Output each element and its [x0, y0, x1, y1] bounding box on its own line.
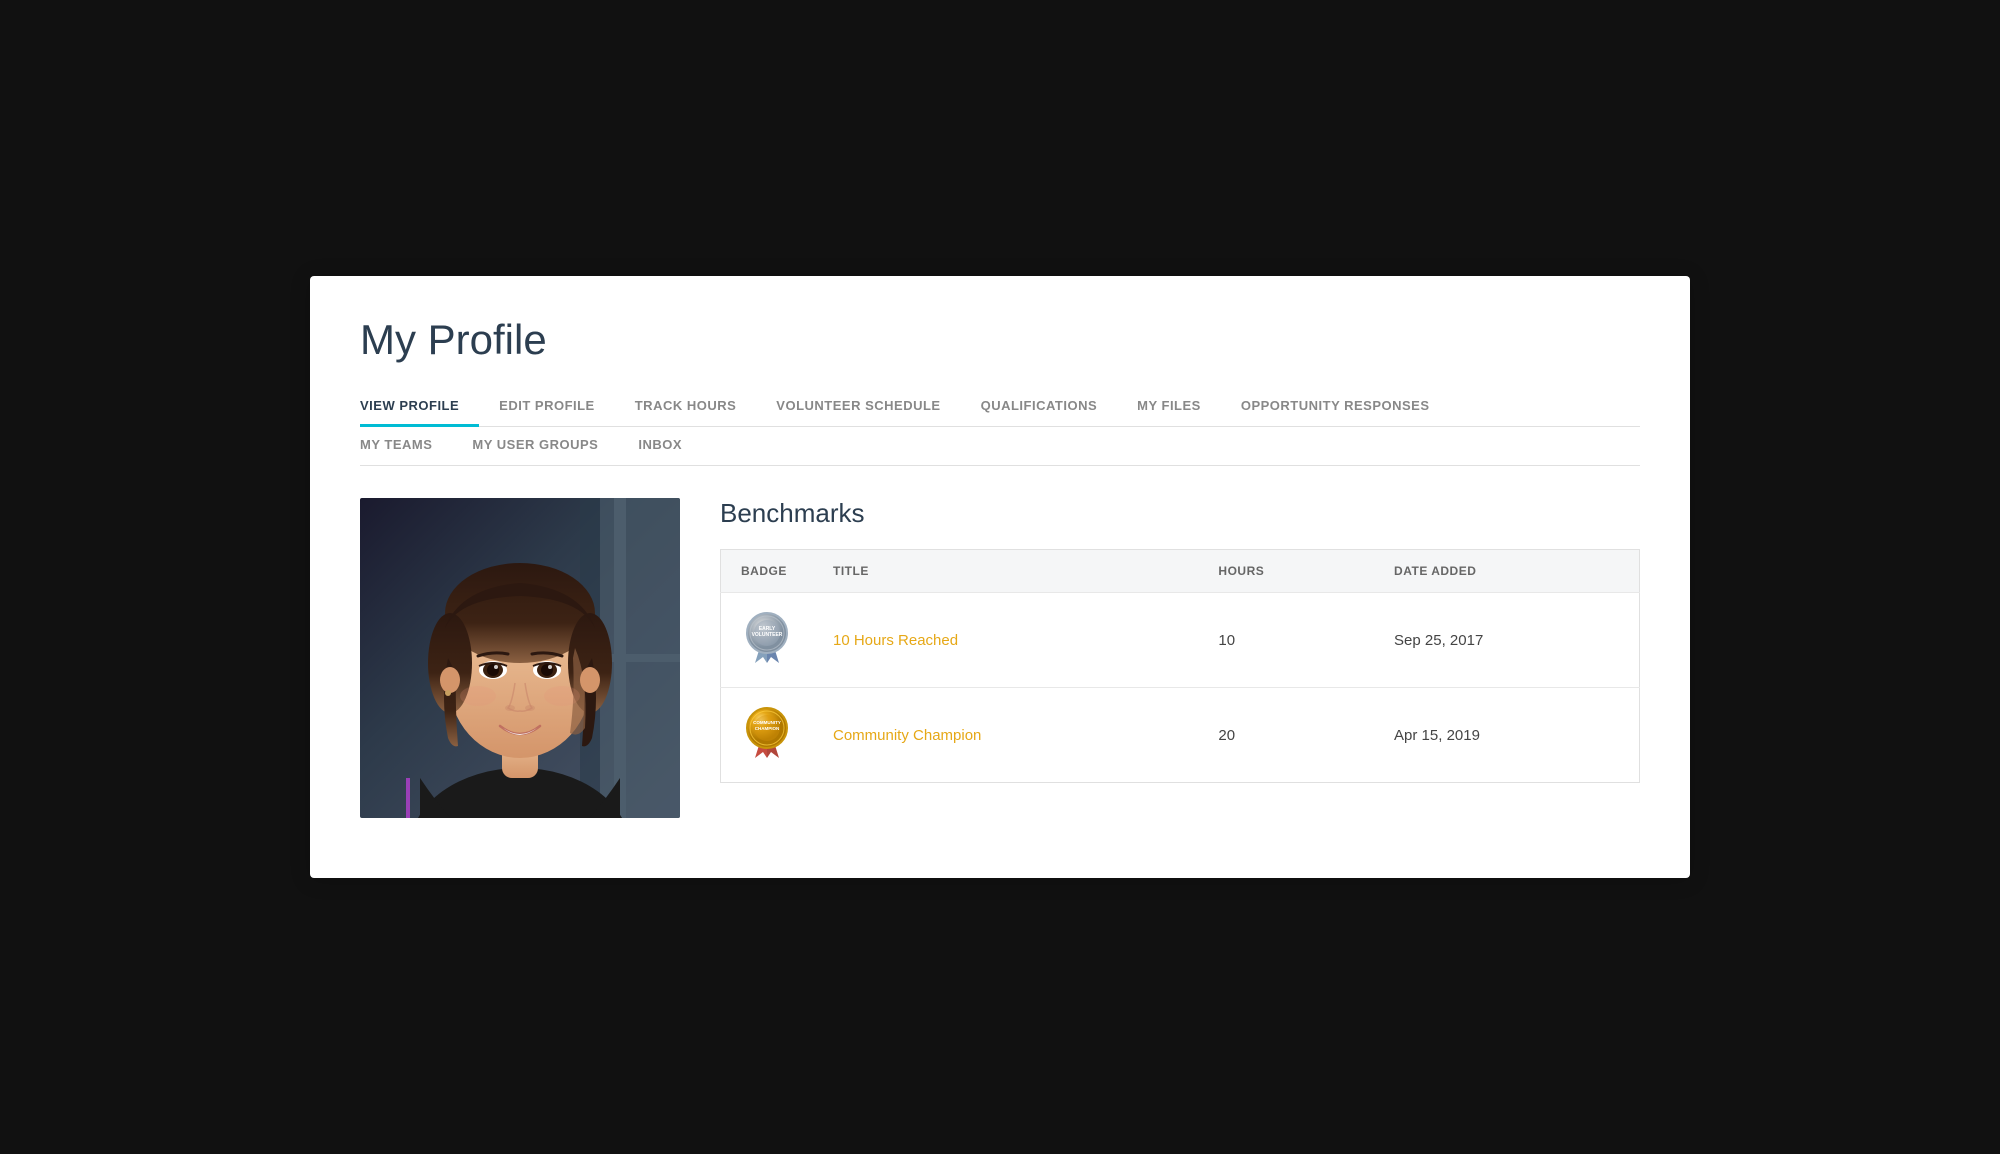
- badge-title-2[interactable]: Community Champion: [813, 688, 1198, 783]
- svg-text:COMMUNITY: COMMUNITY: [753, 720, 781, 725]
- tab-inbox[interactable]: INBOX: [638, 427, 702, 465]
- table-row: COMMUNITY CHAMPION Community Champion 20…: [721, 688, 1640, 783]
- page-container: My Profile VIEW PROFILE EDIT PROFILE TRA…: [310, 276, 1690, 878]
- tab-volunteer-schedule[interactable]: VOLUNTEER SCHEDULE: [776, 388, 960, 426]
- col-header-date: DATE ADDED: [1374, 550, 1639, 593]
- col-header-title: TITLE: [813, 550, 1198, 593]
- benchmarks-section: Benchmarks BADGE TITLE HOURS DATE ADDED: [720, 498, 1640, 818]
- badge-date-2: Apr 15, 2019: [1374, 688, 1639, 783]
- tab-my-files[interactable]: MY FILES: [1137, 388, 1221, 426]
- tab-qualifications[interactable]: QUALIFICATIONS: [981, 388, 1118, 426]
- table-row: EARLY VOLUNTEER 10 Hours Reached 10 Sep …: [721, 593, 1640, 688]
- tab-my-teams[interactable]: MY TEAMS: [360, 427, 452, 465]
- benchmarks-title: Benchmarks: [720, 498, 1640, 529]
- tab-view-profile[interactable]: VIEW PROFILE: [360, 388, 479, 427]
- tab-track-hours[interactable]: TRACK HOURS: [635, 388, 757, 426]
- nav-tabs-row2: MY TEAMS MY USER GROUPS INBOX: [360, 427, 1640, 466]
- tab-my-user-groups[interactable]: MY USER GROUPS: [472, 427, 618, 465]
- badge-hours-1: 10: [1198, 593, 1374, 688]
- silver-badge-icon: EARLY VOLUNTEER: [741, 609, 793, 667]
- svg-text:CHAMPION: CHAMPION: [755, 726, 780, 731]
- badge-cell-1: EARLY VOLUNTEER: [721, 593, 814, 688]
- col-header-hours: HOURS: [1198, 550, 1374, 593]
- page-title: My Profile: [360, 316, 1640, 364]
- gold-badge-icon: COMMUNITY CHAMPION: [741, 704, 793, 762]
- nav-tabs-row1: VIEW PROFILE EDIT PROFILE TRACK HOURS VO…: [360, 388, 1640, 427]
- tab-edit-profile[interactable]: EDIT PROFILE: [499, 388, 615, 426]
- badge-date-1: Sep 25, 2017: [1374, 593, 1639, 688]
- benchmarks-table: BADGE TITLE HOURS DATE ADDED: [720, 549, 1640, 783]
- col-header-badge: BADGE: [721, 550, 814, 593]
- content-area: Benchmarks BADGE TITLE HOURS DATE ADDED: [360, 498, 1640, 818]
- badge-hours-2: 20: [1198, 688, 1374, 783]
- badge-cell-2: COMMUNITY CHAMPION: [721, 688, 814, 783]
- svg-text:VOLUNTEER: VOLUNTEER: [752, 632, 783, 638]
- profile-photo: [360, 498, 680, 818]
- badge-title-1[interactable]: 10 Hours Reached: [813, 593, 1198, 688]
- tab-opportunity-responses[interactable]: OPPORTUNITY RESPONSES: [1241, 388, 1450, 426]
